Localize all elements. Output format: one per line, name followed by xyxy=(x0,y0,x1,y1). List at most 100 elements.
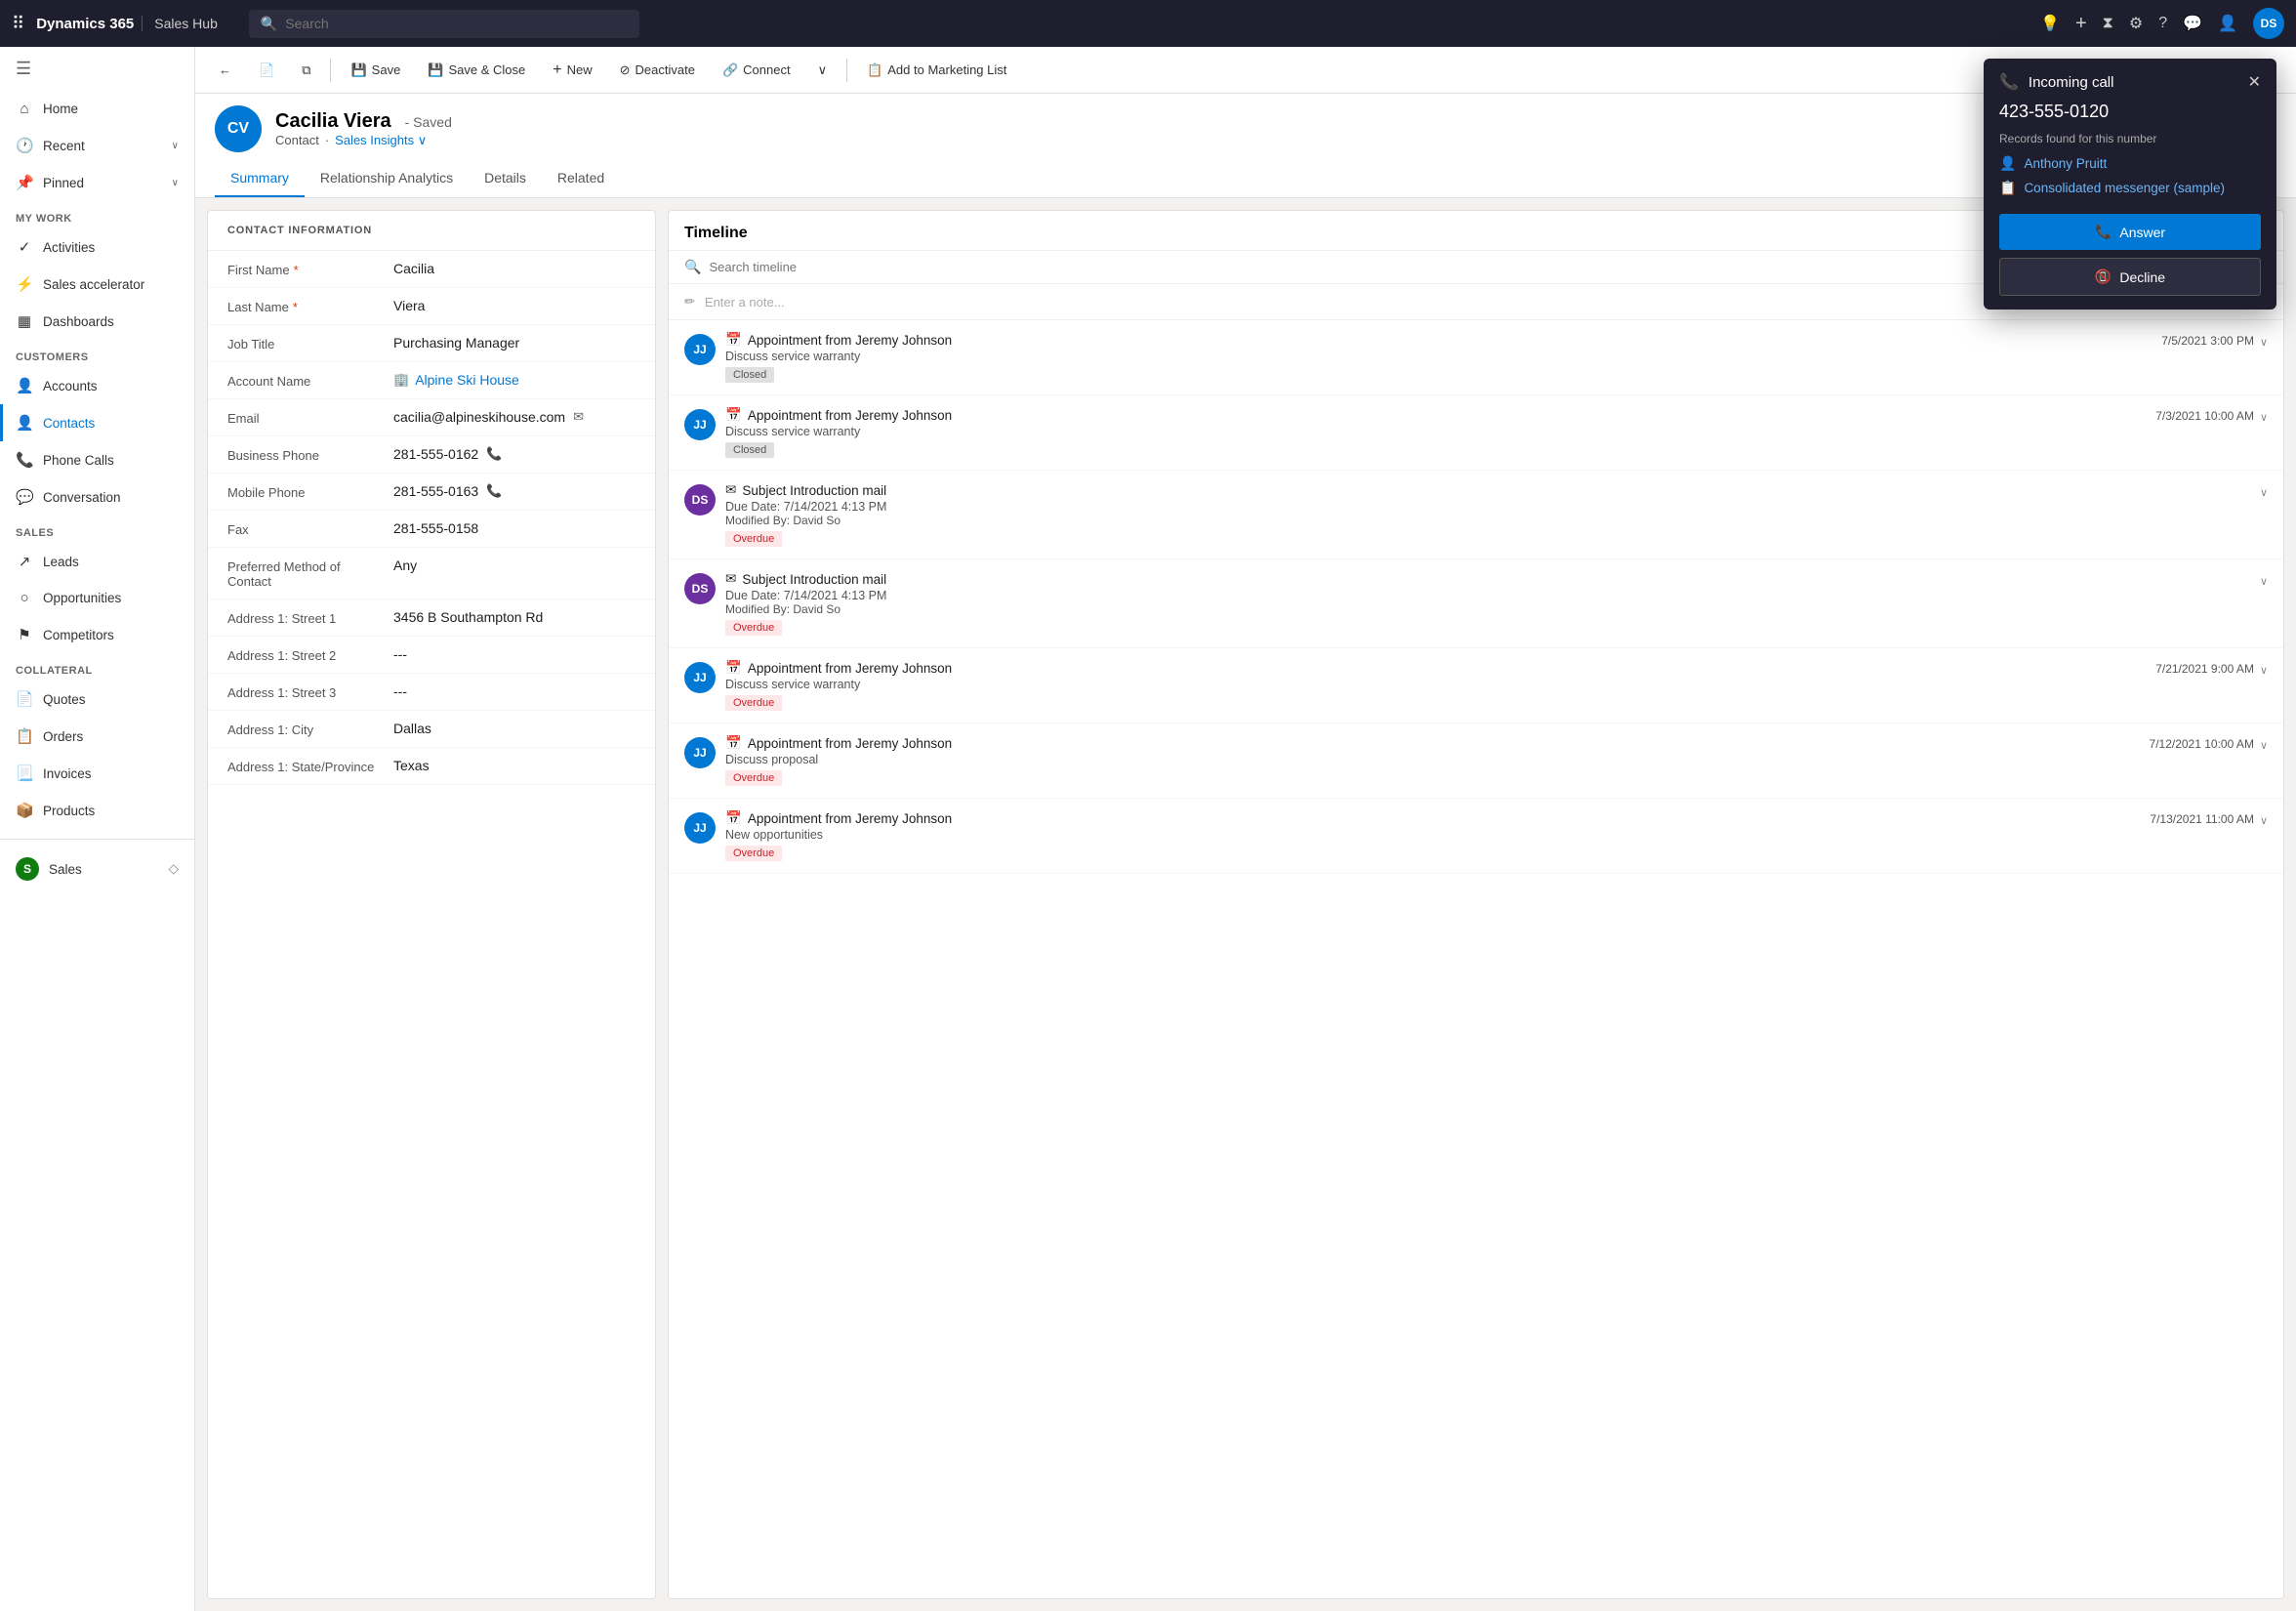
chat-icon[interactable]: 💬 xyxy=(2183,14,2202,33)
back-button[interactable]: ← xyxy=(207,57,243,83)
chevron-down-icon[interactable]: ∨ xyxy=(2260,411,2268,424)
sidebar-section-customers: Customers xyxy=(0,340,194,367)
save-icon: 💾 xyxy=(350,62,366,78)
sidebar-item-label: Phone Calls xyxy=(43,453,114,468)
connect-button[interactable]: 🔗 Connect xyxy=(711,57,802,84)
back-icon: ← xyxy=(219,62,231,77)
sidebar-item-invoices[interactable]: 📃 Invoices xyxy=(0,755,194,792)
tab-details[interactable]: Details xyxy=(469,160,542,197)
settings-icon[interactable]: ⚙ xyxy=(2129,14,2143,33)
record-saved-status: - Saved xyxy=(405,114,452,130)
timeline-item: JJ 📅 Appointment from Jeremy Johnson Dis… xyxy=(669,648,2283,723)
sidebar-collapse-button[interactable]: ☰ xyxy=(0,47,194,91)
appointment-icon: 📅 xyxy=(725,332,742,348)
tl-right: 7/21/2021 9:00 AM ∨ xyxy=(2155,660,2268,677)
field-value: Viera xyxy=(393,298,636,313)
sidebar-item-home[interactable]: ⌂ Home xyxy=(0,91,194,127)
copy-button[interactable]: ⧉ xyxy=(290,57,322,84)
page-view-button[interactable]: 📄 xyxy=(247,57,286,84)
field-label: Email xyxy=(227,409,384,426)
record-label: Anthony Pruitt xyxy=(2024,156,2107,171)
records-label: Records found for this number xyxy=(1984,128,2276,151)
field-value: 281-555-0163 📞 xyxy=(393,483,636,499)
save-button[interactable]: 💾 Save xyxy=(339,57,412,84)
tab-related[interactable]: Related xyxy=(542,160,620,197)
sidebar-item-phone-calls[interactable]: 📞 Phone Calls xyxy=(0,441,194,478)
sidebar-item-label: Dashboards xyxy=(43,314,114,329)
tab-relationship[interactable]: Relationship Analytics xyxy=(305,160,469,197)
status-badge: Closed xyxy=(725,367,774,383)
sales-insights-link[interactable]: Sales Insights ∨ xyxy=(335,133,427,148)
contacts-icon: 👤 xyxy=(16,414,33,432)
save-label: Save xyxy=(372,62,401,77)
sidebar-item-opportunities[interactable]: ○ Opportunities xyxy=(0,580,194,616)
tab-summary[interactable]: Summary xyxy=(215,160,305,197)
chevron-down-icon[interactable]: ∨ xyxy=(2260,814,2268,827)
search-bar[interactable]: 🔍 xyxy=(249,10,639,38)
save-close-label: Save & Close xyxy=(449,62,526,77)
sidebar-item-leads[interactable]: ↗ Leads xyxy=(0,543,194,580)
account-link[interactable]: 🏢 Alpine Ski House xyxy=(393,372,519,388)
record-link-anthony[interactable]: 👤 Anthony Pruitt xyxy=(1984,151,2276,176)
sidebar-item-label: Sales xyxy=(49,862,82,877)
sidebar-item-sales-accelerator[interactable]: ⚡ Sales accelerator xyxy=(0,266,194,303)
avatar: JJ xyxy=(684,662,716,693)
chevron-down-icon[interactable]: ∨ xyxy=(2260,486,2268,499)
sidebar-item-quotes[interactable]: 📄 Quotes xyxy=(0,681,194,718)
grid-icon[interactable]: ⠿ xyxy=(12,14,24,34)
decline-label: Decline xyxy=(2119,269,2165,285)
email-icon[interactable]: ✉ xyxy=(573,409,584,425)
sidebar-item-accounts[interactable]: 👤 Accounts xyxy=(0,367,194,404)
user-avatar[interactable]: DS xyxy=(2253,8,2284,39)
lightbulb-icon[interactable]: 💡 xyxy=(2040,14,2060,33)
sidebar-item-orders[interactable]: 📋 Orders xyxy=(0,718,194,755)
sidebar-item-competitors[interactable]: ⚑ Competitors xyxy=(0,616,194,653)
sidebar-item-contacts[interactable]: 👤 Contacts xyxy=(0,404,194,441)
required-star: * xyxy=(293,300,298,314)
chevron-down-icon[interactable]: ∨ xyxy=(2260,739,2268,752)
conversation-icon: 💬 xyxy=(16,488,33,506)
add-icon[interactable]: + xyxy=(2075,13,2087,35)
deactivate-button[interactable]: ⊘ Deactivate xyxy=(608,57,707,84)
chevron-down-icon[interactable]: ∨ xyxy=(2260,664,2268,677)
timeline-item-content: 📅 Appointment from Jeremy Johnson New op… xyxy=(725,810,2140,861)
sidebar-item-activities[interactable]: ✓ Activities xyxy=(0,228,194,266)
search-input[interactable] xyxy=(285,16,628,31)
answer-button[interactable]: 📞 Answer xyxy=(1999,214,2261,250)
new-button[interactable]: + New xyxy=(541,56,603,85)
sidebar-item-recent[interactable]: 🕐 Recent ∨ xyxy=(0,127,194,164)
sidebar-item-sales-bottom[interactable]: S Sales ◇ xyxy=(0,847,194,890)
timeline-item-content: 📅 Appointment from Jeremy Johnson Discus… xyxy=(725,407,2146,458)
chevron-down-icon[interactable]: ∨ xyxy=(2260,336,2268,349)
sidebar-item-label: Activities xyxy=(43,240,95,255)
search-icon: 🔍 xyxy=(684,259,701,275)
chevron-down-icon[interactable]: ∨ xyxy=(2260,575,2268,588)
app-name: Sales Hub xyxy=(142,16,218,31)
filter-icon[interactable]: ⧗ xyxy=(2103,15,2113,32)
sidebar-item-dashboards[interactable]: ▦ Dashboards xyxy=(0,303,194,340)
mobile-phone-icon[interactable]: 📞 xyxy=(486,483,502,499)
tl-title: 📅 Appointment from Jeremy Johnson xyxy=(725,407,2146,423)
help-icon[interactable]: ? xyxy=(2158,15,2167,32)
save-close-button[interactable]: 💾 Save & Close xyxy=(416,57,537,84)
email-icon: ✉ xyxy=(725,482,736,498)
more-button[interactable]: ∨ xyxy=(806,57,840,84)
field-job-title: Job Title Purchasing Manager xyxy=(208,325,655,362)
status-badge: Overdue xyxy=(725,770,782,786)
record-link-consolidated[interactable]: 📋 Consolidated messenger (sample) xyxy=(1984,176,2276,200)
record-tabs: Summary Relationship Analytics Details R… xyxy=(215,160,2276,197)
decline-button[interactable]: 📵 Decline xyxy=(1999,258,2261,296)
person-icon[interactable]: 👤 xyxy=(2218,14,2237,33)
sidebar-item-pinned[interactable]: 📌 Pinned ∨ xyxy=(0,164,194,201)
tl-subtitle: Due Date: 7/14/2021 4:13 PM xyxy=(725,589,2250,602)
status-badge: Closed xyxy=(725,442,774,458)
timeline-item: JJ 📅 Appointment from Jeremy Johnson Dis… xyxy=(669,395,2283,471)
save-close-icon: 💾 xyxy=(428,62,443,78)
field-label: Address 1: Street 1 xyxy=(227,609,384,626)
close-icon[interactable]: ✕ xyxy=(2248,72,2261,92)
sidebar-item-conversation[interactable]: 💬 Conversation xyxy=(0,478,194,516)
add-marketing-button[interactable]: 📋 Add to Marketing List xyxy=(855,57,1018,84)
phone-icon[interactable]: 📞 xyxy=(486,446,502,462)
sidebar-item-label: Invoices xyxy=(43,766,92,781)
sidebar-item-products[interactable]: 📦 Products xyxy=(0,792,194,829)
